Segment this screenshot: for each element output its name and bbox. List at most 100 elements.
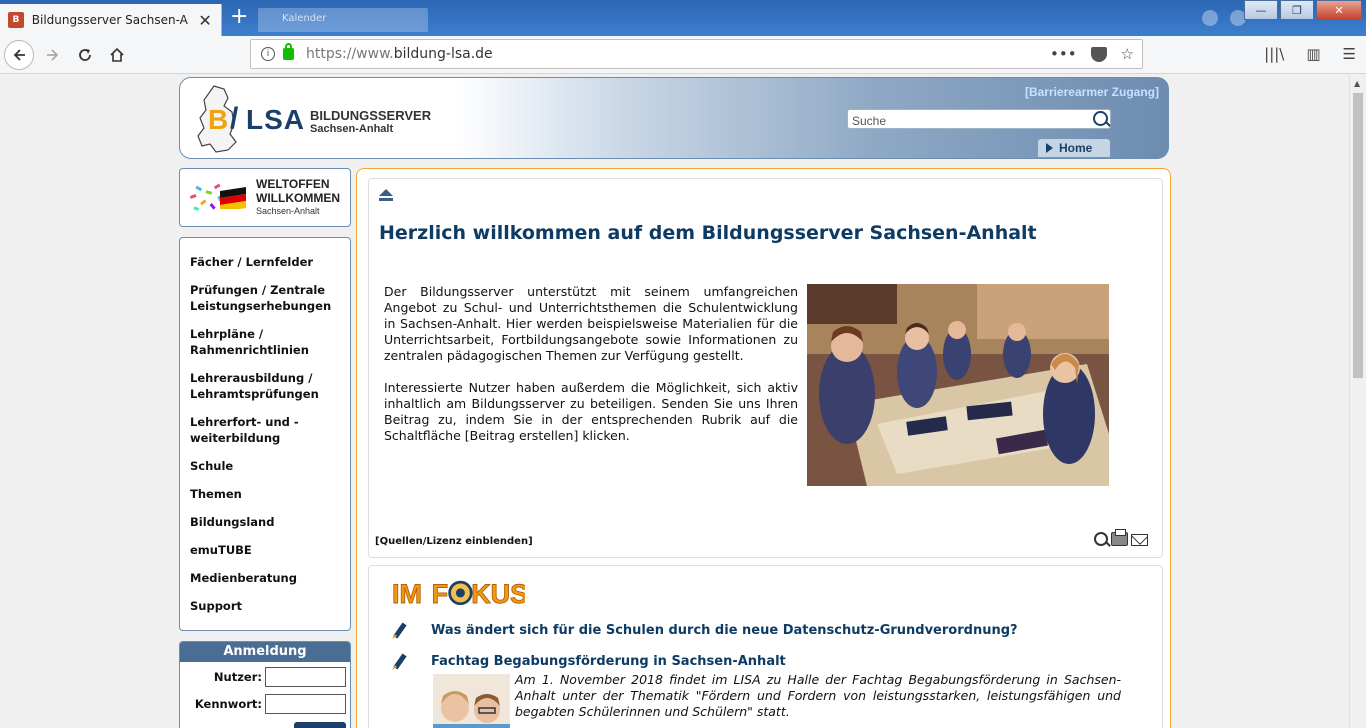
browser-tab-inactive[interactable]: Kalender [258, 8, 428, 32]
fokus-link-begabung[interactable]: Fachtag Begabungsförderung in Sachsen-An… [431, 654, 786, 669]
password-label: Kennwort: [194, 697, 262, 711]
page-actions-icon[interactable]: ••• [1050, 45, 1077, 63]
logo-title: BILDUNGSSERVER [310, 108, 432, 123]
sidebar-item-emutube[interactable]: emuTUBE [180, 542, 350, 558]
url-bar-actions: ••• ☆ [1050, 45, 1134, 63]
welcome-text: Der Bildungsserver unterstützt mit seine… [384, 284, 798, 460]
reload-icon[interactable] [70, 40, 100, 70]
password-field[interactable] [265, 694, 346, 714]
window-minimize-button[interactable]: — [1244, 0, 1278, 20]
menu-icon[interactable]: ☰ [1343, 45, 1356, 63]
window-maximize-button[interactable]: ❐ [1280, 0, 1314, 20]
weltoffen-title: WELTOFFEN [256, 177, 330, 191]
fokus-target-center [455, 588, 465, 598]
login-password-row: Kennwort: [180, 694, 350, 714]
left-navigation: Fächer / Lernfelder Prüfungen / Zentrale… [179, 237, 351, 631]
browser-tab-active[interactable]: B Bildungsserver Sachsen-Anhalt ✕ [0, 4, 222, 36]
scrollbar-thumb[interactable] [1353, 93, 1363, 378]
weltoffen-subtitle: Sachsen-Anhalt [256, 206, 320, 216]
login-button[interactable] [294, 722, 346, 728]
sidebar-item-themen[interactable]: Themen [180, 486, 350, 502]
mail-icon[interactable] [1131, 534, 1148, 546]
page-scrollbar[interactable]: ▲ [1349, 75, 1366, 728]
logo-subtitle: Sachsen-Anhalt [310, 123, 394, 135]
logo-lsa: LSA [246, 104, 305, 135]
titlebar-icons [1202, 10, 1246, 26]
home-icon[interactable] [102, 40, 132, 70]
pocket-icon[interactable] [1090, 47, 1107, 62]
user-label: Nutzer: [213, 670, 262, 684]
tab-close-icon[interactable]: ✕ [197, 11, 213, 30]
logo-letter-b: B [208, 104, 229, 135]
sidebar-item-faecher[interactable]: Fächer / Lernfelder [180, 254, 350, 270]
sidebar-item-medienberatung[interactable]: Medienberatung [180, 570, 350, 586]
browser-tab-bar: B Bildungsserver Sachsen-Anhalt ✕ + Kale… [0, 0, 1366, 36]
site-favicon-icon: B [8, 12, 24, 28]
sidebar-item-support[interactable]: Support [180, 598, 350, 614]
toolbar-right: |||\ ▥ ☰ [1264, 45, 1356, 63]
im-fokus-section: IM F KUS Was ändert sich für die Schulen… [368, 565, 1163, 728]
children-thumbnail [433, 674, 510, 728]
lock-icon[interactable] [283, 43, 294, 60]
sidebar-item-schule[interactable]: Schule [180, 458, 350, 474]
weltoffen-banner[interactable]: WELTOFFEN WILLKOMMEN Sachsen-Anhalt [179, 168, 351, 227]
search-input[interactable] [848, 112, 1088, 130]
library-icon[interactable]: |||\ [1264, 45, 1284, 63]
fokus-link-datenschutz[interactable]: Was ändert sich für die Schulen durch di… [431, 623, 1018, 638]
german-flag-icon [220, 187, 246, 209]
url-bar[interactable]: i https://www.bildung-lsa.de ••• ☆ [250, 39, 1143, 69]
sidebar-item-fortbildung[interactable]: Lehrerfort- und -weiterbildung [180, 414, 350, 446]
bookmark-star-icon[interactable]: ☆ [1121, 45, 1134, 63]
site-header: B / LSA BILDUNGSSERVER Sachsen-Anhalt [B… [179, 77, 1169, 159]
scroll-up-icon[interactable]: ▲ [1354, 79, 1360, 88]
page-title: Herzlich willkommen auf dem Bildungsserv… [379, 222, 1037, 244]
logo-slash: / [230, 102, 239, 135]
url-text[interactable]: https://www.bildung-lsa.de [306, 46, 493, 62]
welcome-article: Herzlich willkommen auf dem Bildungsserv… [368, 178, 1163, 558]
pen-icon [392, 622, 407, 639]
page-viewport: B / LSA BILDUNGSSERVER Sachsen-Anhalt [B… [0, 75, 1349, 728]
welcome-paragraph-2: Interessierte Nutzer haben außerdem die … [384, 380, 798, 443]
sidebar-item-lehrplaene[interactable]: Lehrpläne / Rahmenrichtlinien [180, 326, 350, 358]
login-user-row: Nutzer: [180, 667, 350, 687]
login-heading: Anmeldung [180, 642, 350, 662]
sidebar-item-bildungsland[interactable]: Bildungsland [180, 514, 350, 530]
fokus-text-begabung: Am 1. November 2018 findet im LISA zu Ha… [515, 672, 1121, 719]
fokus-logo-kus: KUS [471, 579, 525, 609]
fokus-logo-im: IM [392, 579, 422, 609]
info-icon[interactable]: i [261, 47, 275, 61]
classroom-photo [807, 284, 1109, 486]
im-fokus-logo: IM F KUS [392, 578, 525, 609]
ghost-tab-title: Kalender [282, 13, 327, 24]
welcome-paragraph-1: Der Bildungsserver unterstützt mit seine… [384, 284, 798, 363]
sidebar-item-pruefungen[interactable]: Prüfungen / Zentrale Leistungserhebungen [180, 282, 350, 314]
tab-title: Bildungsserver Sachsen-Anhalt [31, 13, 190, 27]
search-icon[interactable] [1093, 111, 1108, 126]
titlebar-circle-icon [1202, 10, 1218, 26]
sidebar-item-lehrerausbildung[interactable]: Lehrerausbildung / Lehramtsprüfungen [180, 370, 350, 402]
forward-icon[interactable] [38, 40, 68, 70]
url-scheme: https://www. [306, 46, 394, 62]
pen-icon [392, 653, 407, 670]
print-icon[interactable] [1111, 529, 1128, 546]
back-icon[interactable] [4, 40, 34, 70]
url-host: bildung-lsa.de [393, 46, 493, 62]
collapse-eject-icon[interactable] [379, 189, 393, 203]
new-tab-button[interactable]: + [230, 4, 248, 29]
main-content: Herzlich willkommen auf dem Bildungsserv… [356, 168, 1171, 728]
zoom-icon[interactable] [1094, 532, 1108, 546]
window-controls: — ❐ ✕ [1242, 0, 1362, 20]
sidebar-icon[interactable]: ▥ [1306, 45, 1320, 63]
fokus-logo-f: F [432, 579, 449, 609]
login-panel: Anmeldung Nutzer: Kennwort: [179, 641, 351, 728]
window-close-button[interactable]: ✕ [1316, 0, 1362, 20]
play-triangle-icon [1046, 143, 1053, 153]
accessible-access-link[interactable]: [Barrierearmer Zugang] [1025, 85, 1159, 99]
user-field[interactable] [265, 667, 346, 687]
search-box [847, 109, 1111, 130]
home-label: Home [1059, 141, 1093, 155]
browser-nav-bar: i https://www.bildung-lsa.de ••• ☆ |||\ … [0, 36, 1366, 74]
sources-license-link[interactable]: [Quellen/Lizenz einblenden] [375, 536, 533, 547]
article-tools [1094, 529, 1148, 546]
home-button[interactable]: Home [1038, 139, 1110, 157]
